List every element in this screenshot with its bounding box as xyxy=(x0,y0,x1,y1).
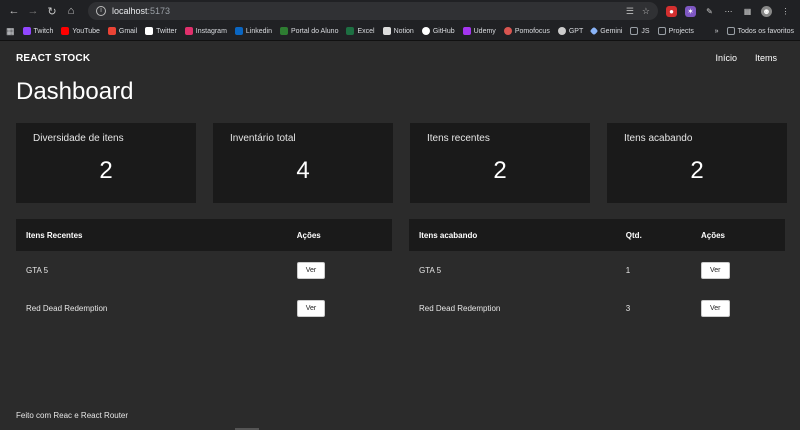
bookmark-github[interactable]: GitHub xyxy=(421,27,455,35)
stat-label: Inventário total xyxy=(230,133,296,144)
item-qty: 1 xyxy=(625,265,631,275)
back-icon[interactable]: ← xyxy=(6,3,22,19)
bookmark-twitch[interactable]: Twitch xyxy=(22,27,53,35)
app-header: REACT STOCK Início Items xyxy=(0,41,800,75)
bookmark-folder-projects[interactable]: Projects xyxy=(657,27,694,35)
bookmark-linkedin[interactable]: Linkedin xyxy=(234,27,272,35)
view-button[interactable]: Ver xyxy=(296,261,326,279)
bookmark-gpt[interactable]: GPT xyxy=(557,27,583,35)
stat-label: Diversidade de itens xyxy=(33,133,124,144)
gmail-icon xyxy=(107,27,116,35)
column-header-name: Itens Recentes xyxy=(26,230,83,240)
url-port: :5173 xyxy=(147,6,171,16)
column-header-actions: Ações xyxy=(700,230,725,240)
table-header-row: Itens Recentes Ações xyxy=(16,219,392,251)
apps-grid-icon[interactable]: ▦ xyxy=(6,26,15,37)
bookmark-youtube[interactable]: YouTube xyxy=(61,27,100,35)
gemini-icon xyxy=(589,26,599,36)
stats-row: Diversidade de itens 2 Inventário total … xyxy=(16,123,787,203)
page-title: Dashboard xyxy=(16,78,134,105)
gpt-icon xyxy=(557,27,566,35)
nav-link-items[interactable]: Items xyxy=(755,53,777,63)
browser-menu-icon[interactable]: ⋮ xyxy=(780,6,791,17)
stat-label: Itens recentes xyxy=(427,133,490,144)
extensions-puzzle-icon[interactable]: ▦ xyxy=(742,6,753,17)
view-button[interactable]: Ver xyxy=(700,299,730,317)
item-qty: 3 xyxy=(625,303,631,313)
bookmark-udemy[interactable]: Udemy xyxy=(462,27,496,35)
notion-icon xyxy=(382,27,391,35)
udemy-icon xyxy=(462,27,471,35)
reload-icon[interactable]: ↻ xyxy=(44,3,60,19)
bookmark-notion[interactable]: Notion xyxy=(382,27,414,35)
stat-card-running-low: Itens acabando 2 xyxy=(607,123,787,203)
url-host: localhost xyxy=(112,6,148,16)
bookmark-pomofocus[interactable]: Pomofocus xyxy=(503,27,550,35)
column-header-name: Itens acabando xyxy=(419,230,478,240)
extension-purple-icon[interactable]: ✶ xyxy=(685,5,696,17)
youtube-icon xyxy=(61,27,70,35)
linkedin-icon xyxy=(234,27,243,35)
folder-icon xyxy=(657,27,666,35)
stat-value: 2 xyxy=(99,157,113,184)
forward-icon[interactable]: → xyxy=(25,3,41,19)
bookmark-excel[interactable]: Excel xyxy=(346,27,375,35)
bookmark-instagram[interactable]: Instagram xyxy=(184,27,227,35)
home-icon[interactable]: ⌂ xyxy=(63,3,79,19)
top-nav: Início Items xyxy=(715,53,784,63)
twitch-icon xyxy=(22,27,31,35)
item-name: Red Dead Redemption xyxy=(26,303,108,313)
extension-more-icon[interactable]: ⋯ xyxy=(723,6,734,17)
bookmark-gmail[interactable]: Gmail xyxy=(107,27,137,35)
column-header-qty: Qtd. xyxy=(625,230,642,240)
all-bookmarks-folder[interactable]: Todos os favoritos xyxy=(726,27,794,35)
column-header-actions: Ações xyxy=(296,230,321,240)
bookmarks-overflow-button[interactable]: » xyxy=(715,28,719,35)
bookmarks-bar: ▦ Twitch YouTube Gmail Twitter Instagram… xyxy=(0,22,800,41)
site-info-icon[interactable]: i xyxy=(96,6,106,16)
address-bar[interactable]: i localhost:5173 ☰ ☆ xyxy=(88,2,658,20)
bookmark-portal-do-aluno[interactable]: Portal do Aluno xyxy=(279,27,338,35)
excel-icon xyxy=(346,27,355,35)
view-button[interactable]: Ver xyxy=(700,261,730,279)
view-button[interactable]: Ver xyxy=(296,299,326,317)
github-icon xyxy=(421,27,430,35)
star-icon[interactable]: ☆ xyxy=(642,6,650,17)
portal-icon xyxy=(279,27,288,35)
bookmark-gemini[interactable]: Gemini xyxy=(589,26,622,36)
stat-card-diversity: Diversidade de itens 2 xyxy=(16,123,196,203)
stat-card-inventory: Inventário total 4 xyxy=(213,123,393,203)
bookmark-twitter[interactable]: Twitter xyxy=(145,27,177,35)
table-header-row: Itens acabando Qtd. Ações xyxy=(409,219,785,251)
table-row: GTA 5 1 Ver xyxy=(409,251,785,289)
stat-value: 2 xyxy=(493,157,507,184)
translate-icon[interactable]: ☰ xyxy=(626,6,634,17)
profile-avatar-icon[interactable]: ☻ xyxy=(761,5,772,17)
page-footer: Feito com Reac e React Router xyxy=(16,411,129,420)
stat-value: 2 xyxy=(690,157,704,184)
extension-pen-icon[interactable]: ✎ xyxy=(704,6,715,17)
table-row: Red Dead Redemption Ver xyxy=(16,289,392,327)
instagram-icon xyxy=(184,27,193,35)
nav-link-home[interactable]: Início xyxy=(715,53,737,63)
table-row: Red Dead Redemption 3 Ver xyxy=(409,289,785,327)
table-row: GTA 5 Ver xyxy=(16,251,392,289)
bookmark-folder-js[interactable]: JS xyxy=(630,27,650,35)
recent-items-table: Itens Recentes Ações GTA 5 Ver Red Dead … xyxy=(16,219,392,327)
stat-card-recent: Itens recentes 2 xyxy=(410,123,590,203)
extension-red-icon[interactable]: ● xyxy=(666,5,677,17)
stat-value: 4 xyxy=(296,157,310,184)
browser-toolbar: ← → ↻ ⌂ i localhost:5173 ☰ ☆ ● ✶ ✎ ⋯ ▦ ☻… xyxy=(0,0,800,22)
stat-label: Itens acabando xyxy=(624,133,693,144)
running-low-table: Itens acabando Qtd. Ações GTA 5 1 Ver Re… xyxy=(409,219,785,327)
item-name: Red Dead Redemption xyxy=(419,303,501,313)
item-name: GTA 5 xyxy=(419,265,442,275)
twitter-icon xyxy=(145,27,154,35)
folder-icon xyxy=(726,27,735,35)
pomofocus-icon xyxy=(503,27,512,35)
brand-logo[interactable]: REACT STOCK xyxy=(16,53,90,64)
folder-icon xyxy=(630,27,639,35)
item-name: GTA 5 xyxy=(26,265,49,275)
